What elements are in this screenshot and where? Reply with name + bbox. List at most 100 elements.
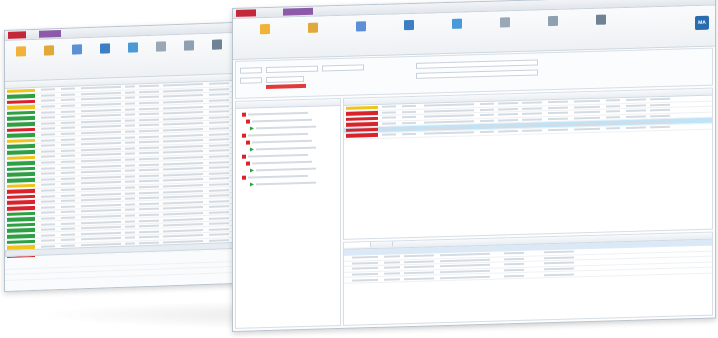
table-cell — [209, 143, 229, 147]
front-tab-home[interactable] — [236, 9, 256, 17]
table-cell — [209, 116, 229, 119]
detail-tab[interactable] — [372, 241, 394, 248]
table-cell — [424, 120, 474, 124]
status-indicator — [346, 105, 378, 110]
back-tab-home[interactable] — [8, 31, 26, 39]
form-field[interactable] — [416, 69, 538, 79]
document-icon — [548, 15, 558, 27]
table-cell — [61, 227, 75, 231]
table-cell — [163, 100, 203, 104]
back-detail-panel — [5, 249, 241, 291]
table-cell — [81, 237, 121, 241]
table-cell — [209, 82, 229, 86]
back-tab-context[interactable] — [39, 30, 61, 38]
form-field[interactable] — [266, 75, 304, 84]
table-cell — [504, 268, 524, 272]
tree-item[interactable] — [242, 132, 308, 139]
ribbon-button[interactable] — [399, 19, 419, 33]
tree-item[interactable] — [246, 118, 312, 125]
table-cell — [61, 216, 75, 219]
folder-icon — [242, 175, 246, 180]
table-cell — [163, 156, 203, 160]
table-cell — [626, 121, 646, 124]
table-cell — [209, 222, 229, 225]
form-field[interactable] — [266, 65, 318, 74]
ribbon-button[interactable] — [591, 14, 611, 27]
table-cell — [209, 104, 229, 108]
form-field[interactable] — [322, 64, 364, 72]
table-cell — [382, 111, 396, 114]
table-cell — [125, 242, 135, 245]
tree-item-label — [252, 139, 312, 144]
table-cell — [139, 174, 159, 178]
ribbon-button[interactable] — [351, 21, 371, 34]
ribbon-button[interactable] — [123, 42, 143, 55]
status-field[interactable] — [266, 83, 306, 90]
table-cell — [81, 226, 121, 230]
tree-item[interactable] — [250, 181, 316, 188]
ribbon-button[interactable] — [207, 39, 227, 52]
table-cell — [61, 154, 75, 158]
ribbon-button[interactable] — [543, 15, 563, 29]
table-cell — [163, 94, 203, 98]
table-cell — [61, 182, 75, 186]
table-cell — [480, 108, 494, 111]
front-tab-context[interactable] — [283, 7, 313, 16]
ribbon-button[interactable] — [255, 23, 275, 37]
table-cell — [209, 177, 229, 181]
table-cell — [606, 110, 620, 114]
detail-tab[interactable] — [344, 242, 371, 248]
table-cell — [61, 160, 75, 164]
table-cell — [498, 113, 518, 117]
tree-item[interactable] — [246, 160, 312, 167]
table-cell — [650, 114, 670, 118]
form-field[interactable] — [416, 59, 538, 69]
table-cell — [61, 143, 75, 147]
table-cell — [81, 164, 121, 168]
tree-item[interactable] — [250, 125, 316, 132]
form-field[interactable] — [240, 77, 262, 84]
ribbon-button[interactable] — [39, 45, 59, 58]
table-cell — [125, 180, 135, 184]
table-cell — [163, 195, 203, 199]
table-cell — [139, 101, 159, 105]
ribbon-button[interactable] — [495, 17, 515, 30]
ribbon-button[interactable] — [303, 22, 323, 35]
table-cell — [650, 103, 670, 107]
table-cell — [548, 100, 568, 104]
folder-icon — [246, 119, 250, 124]
form-field[interactable] — [240, 67, 262, 74]
table-cell — [125, 208, 135, 212]
table-cell — [209, 99, 229, 102]
tree-item[interactable] — [250, 167, 316, 174]
table-cell — [606, 127, 620, 130]
table-cell — [440, 269, 490, 274]
play-icon — [250, 168, 254, 173]
pencil-icon — [16, 46, 26, 57]
ribbon-button[interactable] — [67, 44, 87, 57]
table-cell — [606, 121, 620, 125]
table-cell — [650, 120, 670, 123]
table-cell — [139, 207, 159, 211]
table-cell — [61, 205, 75, 208]
tree-item[interactable] — [246, 139, 312, 146]
ribbon-button[interactable] — [11, 46, 31, 59]
back-list — [5, 80, 241, 268]
tree-item[interactable] — [242, 174, 308, 181]
tree-item[interactable] — [250, 146, 316, 153]
tree-item[interactable] — [242, 153, 308, 160]
table-cell — [139, 146, 159, 150]
table-cell — [404, 254, 434, 258]
ribbon-button[interactable] — [151, 41, 171, 54]
table-cell — [41, 233, 55, 237]
table-cell — [574, 116, 600, 120]
ribbon-button[interactable] — [179, 40, 199, 53]
tree-item-label — [256, 181, 316, 186]
ribbon-button[interactable] — [447, 18, 467, 31]
table-cell — [626, 109, 646, 113]
table-cell — [352, 278, 378, 282]
table-cell — [626, 115, 646, 119]
ribbon-button[interactable] — [95, 43, 115, 56]
status-indicator — [346, 111, 378, 116]
tree-item[interactable] — [242, 111, 308, 118]
